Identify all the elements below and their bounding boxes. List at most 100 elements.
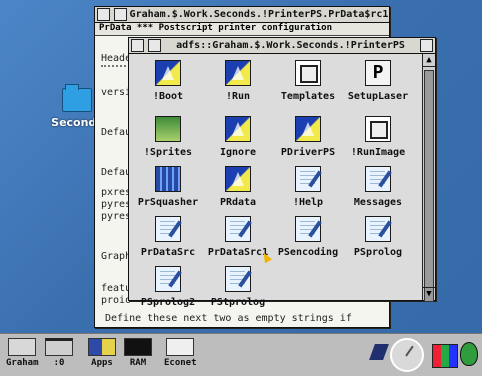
- iconbar-label: RAM: [129, 358, 147, 368]
- file-name: Templates: [280, 91, 336, 102]
- file-item[interactable]: PSprolog: [343, 216, 413, 258]
- application-icon: [225, 60, 251, 86]
- text-file-icon: [295, 216, 321, 242]
- iconbar-econet[interactable]: Econet: [164, 338, 197, 368]
- file-item[interactable]: PRdata: [203, 166, 273, 208]
- task-manager-icon[interactable]: [460, 342, 478, 366]
- text-file-icon: [225, 216, 251, 242]
- file-name: Messages: [353, 197, 403, 208]
- paint-icon[interactable]: [369, 344, 389, 360]
- sprite-file-icon: [155, 116, 181, 142]
- editor-title: Graham.$.Work.Seconds.!PrinterPS.PrData$…: [129, 9, 389, 20]
- application-icon: [155, 60, 181, 86]
- file-item[interactable]: PStprolog: [203, 266, 273, 308]
- file-item[interactable]: !Run: [203, 60, 273, 102]
- close-button[interactable]: [114, 8, 127, 21]
- clock-icon[interactable]: [390, 338, 424, 372]
- file-item[interactable]: Messages: [343, 166, 413, 208]
- folder-icon: [62, 84, 92, 112]
- editor-line[interactable]: proio: [101, 295, 131, 306]
- ram-disc-icon: [124, 338, 152, 356]
- file-name: PSprolog2: [140, 297, 196, 308]
- pixel-file-icon: [155, 166, 181, 192]
- editor-titlebar[interactable]: Graham.$.Work.Seconds.!PrinterPS.PrData$…: [95, 7, 389, 23]
- iconbar-ram-disc[interactable]: RAM: [124, 338, 152, 368]
- iconbar: Graham :0 Apps RAM Econet: [0, 333, 482, 376]
- application-icon: [225, 166, 251, 192]
- text-file-icon: [225, 266, 251, 292]
- file-name: !Boot: [152, 91, 184, 102]
- text-file-icon: [365, 166, 391, 192]
- hard-drive-icon: [45, 338, 73, 356]
- close-button[interactable]: [148, 39, 161, 52]
- editor-line[interactable]: pxres: [101, 187, 131, 198]
- iconbar-floppy-drive[interactable]: Graham: [6, 338, 39, 368]
- floppy-drive-icon: [8, 338, 37, 356]
- file-item[interactable]: PSprolog2: [133, 266, 203, 308]
- text-file-icon: [295, 166, 321, 192]
- palette-icon[interactable]: [432, 344, 458, 368]
- econet-icon: [166, 338, 195, 356]
- editor-line[interactable]: pyres: [101, 211, 131, 222]
- file-item[interactable]: !Sprites: [133, 116, 203, 158]
- file-item[interactable]: Templates: [273, 60, 343, 102]
- filer-window[interactable]: adfs::Graham.$.Work.Seconds.!PrinterPS !…: [128, 37, 436, 308]
- editor-line[interactable]: versi: [101, 87, 131, 98]
- editor-line[interactable]: pyres: [101, 199, 131, 210]
- file-item[interactable]: PrSquasher: [133, 166, 203, 208]
- iconbar-label: Apps: [91, 358, 113, 368]
- file-item[interactable]: PDriverPS: [273, 116, 343, 158]
- basic-file-icon: [365, 116, 391, 142]
- editor-line[interactable]: Defau: [101, 167, 131, 178]
- filer-title: adfs::Graham.$.Work.Seconds.!PrinterPS: [176, 40, 405, 51]
- filer-contents[interactable]: !Boot !Run Templates P SetupLaser !Sprit…: [129, 54, 422, 308]
- text-file-icon: [155, 216, 181, 242]
- file-item[interactable]: !Help: [273, 166, 343, 208]
- application-icon: [225, 116, 251, 142]
- file-name: PrDataSrc: [140, 247, 196, 258]
- module-icon: [295, 116, 321, 142]
- iconbar-label: Graham: [6, 358, 39, 368]
- apps-icon: [88, 338, 116, 356]
- file-name: !Help: [292, 197, 324, 208]
- file-item[interactable]: Ignore: [203, 116, 273, 158]
- text-file-icon: [365, 216, 391, 242]
- file-name: PSencoding: [277, 247, 339, 258]
- toggle-size-button[interactable]: [420, 39, 433, 52]
- file-name: !Run: [225, 91, 251, 102]
- file-item[interactable]: !Boot: [133, 60, 203, 102]
- file-name: PStprolog: [210, 297, 266, 308]
- file-name: PRdata: [219, 197, 257, 208]
- back-button[interactable]: [131, 39, 144, 52]
- iconbar-apps[interactable]: Apps: [88, 338, 116, 368]
- file-name: !RunImage: [350, 147, 406, 158]
- editor-subtitle: PrData *** Postscript printer configurat…: [95, 23, 389, 36]
- file-item[interactable]: PSencoding: [273, 216, 343, 258]
- scroll-down-icon[interactable]: ▼: [423, 287, 435, 300]
- editor-line[interactable]: Defau: [101, 127, 131, 138]
- editor-line[interactable]: Heade: [101, 53, 131, 64]
- iconbar-label: :0: [53, 358, 65, 368]
- filer-titlebar[interactable]: adfs::Graham.$.Work.Seconds.!PrinterPS: [129, 38, 435, 54]
- editor-bottom-line[interactable]: Define these next two as empty strings i…: [105, 313, 352, 324]
- text-file-icon: [155, 266, 181, 292]
- back-button[interactable]: [97, 8, 110, 21]
- file-item[interactable]: P SetupLaser: [343, 60, 413, 102]
- iconbar-hard-drive[interactable]: :0: [45, 338, 73, 368]
- obey-file-icon: P: [365, 60, 391, 86]
- file-name: !Sprites: [143, 147, 193, 158]
- file-name: PDriverPS: [280, 147, 336, 158]
- template-file-icon: [295, 60, 321, 86]
- file-name: PrSquasher: [137, 197, 199, 208]
- file-item[interactable]: !RunImage: [343, 116, 413, 158]
- vertical-scrollbar[interactable]: ▲ ▼: [422, 54, 435, 302]
- file-name: PSprolog: [353, 247, 403, 258]
- file-name: Ignore: [219, 147, 257, 158]
- editor-line[interactable]: Graph: [101, 251, 131, 262]
- file-item[interactable]: PrDataSrc: [133, 216, 203, 258]
- iconbar-label: Econet: [164, 358, 197, 368]
- scroll-thumb[interactable]: [424, 70, 434, 302]
- scroll-up-icon[interactable]: ▲: [423, 54, 435, 67]
- editor-line[interactable]: featu: [101, 283, 131, 294]
- file-name: SetupLaser: [347, 91, 409, 102]
